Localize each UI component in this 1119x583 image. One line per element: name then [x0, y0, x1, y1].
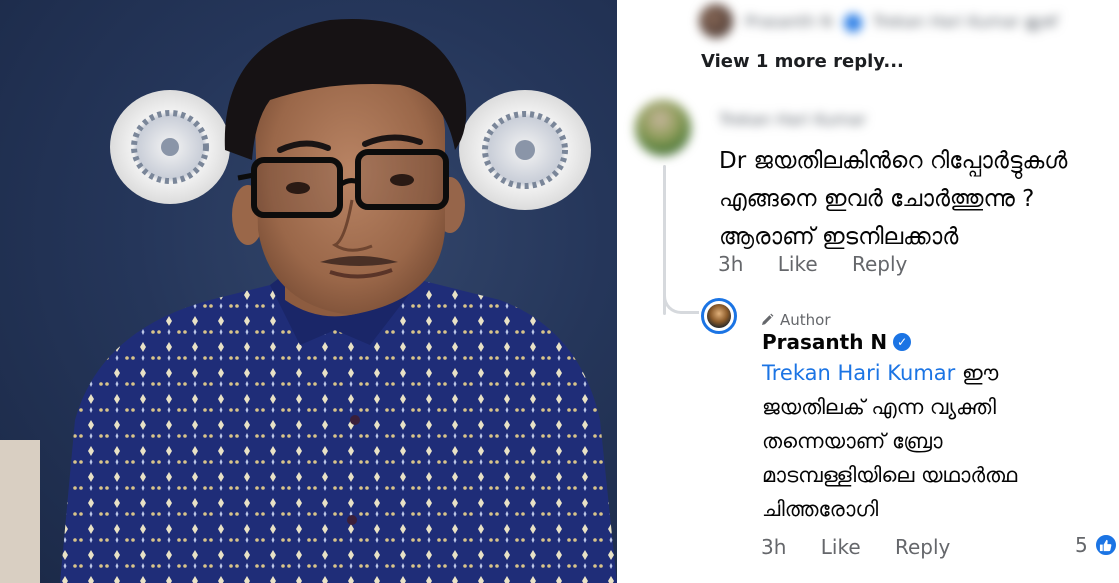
top-reply-text: Trekan Hari Kumar ഇത്	[872, 12, 1058, 31]
reply-author: Prasanth N ✓	[762, 330, 912, 354]
comment-like-button[interactable]: Like	[778, 252, 818, 276]
reply-line: ചിത്തരോഗി	[762, 497, 879, 521]
top-reply-name: Prasanth N	[745, 12, 833, 31]
reply-reply-button[interactable]: Reply	[895, 535, 950, 559]
reply-body: Trekan Hari Kumar ഈ ജയതിലക് എന്ന വ്യക്തി…	[762, 356, 1017, 526]
comment-line: Dr ജയതിലകിൻറെ റിപ്പോർട്ടുകൾ	[719, 148, 1068, 174]
comment-author-name[interactable]: Trekan Hari Kumar	[719, 110, 866, 129]
portrait-photo	[0, 0, 617, 583]
thread-connector-curve	[663, 270, 699, 314]
mention-link[interactable]: Trekan Hari Kumar	[762, 361, 955, 385]
comment-timestamp[interactable]: 3h	[718, 252, 743, 276]
comment-actions: 3h Like Reply	[718, 252, 935, 276]
reply-timestamp[interactable]: 3h	[761, 535, 786, 559]
comment-reply-button[interactable]: Reply	[852, 252, 907, 276]
comment-line: എങ്ങനെ ഇവർ ചോർത്തുന്നു ?	[719, 186, 1035, 212]
top-reply-preview: Prasanth N ✓ Trekan Hari Kumar ഇത്	[745, 12, 1057, 32]
reply-line: മാടമ്പള്ളിയിലെ യഥാർത്ഥ	[762, 463, 1018, 487]
comment-avatar[interactable]	[635, 100, 691, 156]
reply-avatar[interactable]	[701, 298, 737, 334]
reply-author-name[interactable]: Prasanth N	[762, 330, 887, 354]
author-badge: Author	[760, 311, 831, 329]
view-more-replies-link[interactable]: View 1 more reply...	[701, 51, 904, 72]
reply-line: തന്നെയാണ് ബ്രോ	[762, 429, 943, 453]
reply-first-line-rest: ഈ	[955, 361, 999, 385]
portrait-illustration	[0, 18, 617, 583]
comment-thread: Prasanth N ✓ Trekan Hari Kumar ഇത് View …	[617, 0, 1119, 583]
reply-line: ജയതിലക് എന്ന വ്യക്തി	[762, 395, 996, 419]
verified-check-icon: ✓	[843, 14, 862, 32]
reaction-count: 5	[1075, 533, 1088, 557]
wall-plate-right	[459, 90, 591, 210]
pencil-icon	[762, 313, 774, 325]
reply-first-line: Trekan Hari Kumar ഈ	[762, 356, 1017, 390]
top-reply-avatar[interactable]	[699, 4, 733, 38]
reply-actions: 3h Like Reply	[761, 535, 978, 559]
reaction-summary[interactable]: 5	[1075, 533, 1118, 557]
wall-plate-left	[110, 90, 230, 204]
comment-body: Dr ജയതിലകിൻറെ റിപ്പോർട്ടുകൾ എങ്ങനെ ഇവർ ച…	[719, 142, 1067, 256]
verified-check-icon: ✓	[893, 333, 912, 351]
comment-line: ആരാണ് ഇടനിലക്കാർ	[719, 224, 959, 250]
author-badge-label: Author	[780, 311, 831, 329]
thumbs-up-icon	[1093, 533, 1118, 557]
reply-like-button[interactable]: Like	[821, 535, 861, 559]
